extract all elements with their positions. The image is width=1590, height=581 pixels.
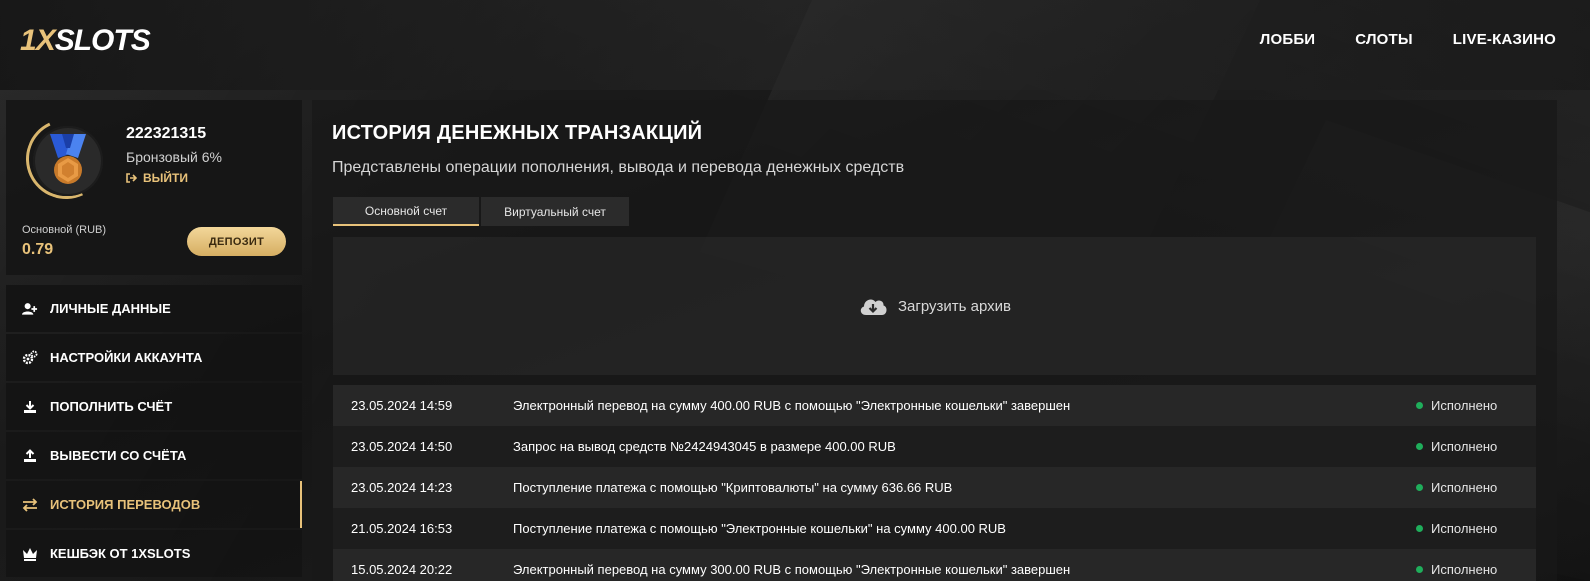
transaction-description: Поступление платежа с помощью "Криптовал… [513,480,953,495]
user-plus-icon [22,301,38,317]
transaction-description: Запрос на вывод средств №2424943045 в ра… [513,439,896,454]
transaction-date: 21.05.2024 16:53 [351,521,453,536]
top-header: 1XSLOTS ЛОББИ СЛОТЫ LIVE-КАЗИНО [0,0,1590,90]
menu-item-cashback[interactable]: КЕШБЭК ОТ 1XSLOTS [6,530,302,577]
user-id: 222321315 [126,125,207,142]
account-tabs: Основной счет Виртуальный счет [333,197,629,226]
menu-item-personal-data[interactable]: ЛИЧНЫЕ ДАННЫЕ [6,285,302,332]
menu-item-transfer-history[interactable]: ИСТОРИЯ ПЕРЕВОДОВ [6,481,302,528]
page-subtitle: Представлены операции пополнения, вывода… [332,159,905,176]
nav-lobby[interactable]: ЛОББИ [1260,31,1316,48]
tab-main-account[interactable]: Основной счет [333,197,479,226]
cloud-download-icon [860,299,887,315]
transactions-list: 23.05.2024 14:59 Электронный перевод на … [333,385,1536,581]
transaction-date: 23.05.2024 14:59 [351,398,453,413]
status-badge: Исполнено [1416,398,1536,413]
upload-icon [22,448,38,464]
download-icon [22,399,38,415]
site-logo[interactable]: 1XSLOTS [20,24,151,58]
menu-item-deposit[interactable]: ПОПОЛНИТЬ СЧЁТ [6,383,302,430]
crown-icon [22,546,38,562]
transaction-description: Поступление платежа с помощью "Электронн… [513,521,1006,536]
profile-card: 222321315 Бронзовый 6% ВЫЙТИ Основной (R… [6,100,302,275]
transaction-date: 15.05.2024 20:22 [351,562,453,577]
status-dot-icon [1416,525,1423,532]
table-row[interactable]: 23.05.2024 14:23 Поступление платежа с п… [333,467,1536,508]
transaction-description: Электронный перевод на сумму 300.00 RUB … [513,562,1071,577]
transaction-date: 23.05.2024 14:23 [351,480,453,495]
balance-value: 0.79 [22,241,54,258]
nav-live-casino[interactable]: LIVE-КАЗИНО [1453,31,1556,48]
gears-icon [22,350,38,366]
loyalty-tier: Бронзовый 6% [126,149,222,165]
page-title: ИСТОРИЯ ДЕНЕЖНЫХ ТРАНЗАКЦИЙ [332,122,703,144]
deposit-button[interactable]: ДЕПОЗИТ [187,227,286,256]
status-badge: Исполнено [1416,521,1536,536]
menu-item-withdraw[interactable]: ВЫВЕСТИ СО СЧЁТА [6,432,302,479]
table-row[interactable]: 21.05.2024 16:53 Поступление платежа с п… [333,508,1536,549]
status-dot-icon [1416,402,1423,409]
status-dot-icon [1416,443,1423,450]
tab-virtual-account[interactable]: Виртуальный счет [481,197,629,226]
table-row[interactable]: 15.05.2024 20:22 Электронный перевод на … [333,549,1536,581]
status-badge: Исполнено [1416,439,1536,454]
table-row[interactable]: 23.05.2024 14:50 Запрос на вывод средств… [333,426,1536,467]
nav-slots[interactable]: СЛОТЫ [1355,31,1413,48]
download-archive-button[interactable]: Загрузить архив [333,237,1536,375]
transaction-date: 23.05.2024 14:50 [351,439,453,454]
table-row[interactable]: 23.05.2024 14:59 Электронный перевод на … [333,385,1536,426]
transaction-description: Электронный перевод на сумму 400.00 RUB … [513,398,1071,413]
bronze-medal-icon [50,134,86,184]
balance-label: Основной (RUB) [22,224,107,236]
status-badge: Исполнено [1416,562,1536,577]
menu-item-account-settings[interactable]: НАСТРОЙКИ АККАУНТА [6,334,302,381]
top-nav: ЛОББИ СЛОТЫ LIVE-КАЗИНО [1260,31,1556,48]
status-badge: Исполнено [1416,480,1536,495]
logout-icon [126,173,137,183]
transactions-panel: ИСТОРИЯ ДЕНЕЖНЫХ ТРАНЗАКЦИЙ Представлены… [312,100,1557,581]
status-dot-icon [1416,566,1423,573]
logout-link[interactable]: ВЫЙТИ [126,171,188,185]
status-dot-icon [1416,484,1423,491]
account-menu: ЛИЧНЫЕ ДАННЫЕ НАСТРОЙКИ АККАУНТА ПОПОЛНИ… [6,285,302,579]
transfer-arrows-icon [22,497,38,513]
